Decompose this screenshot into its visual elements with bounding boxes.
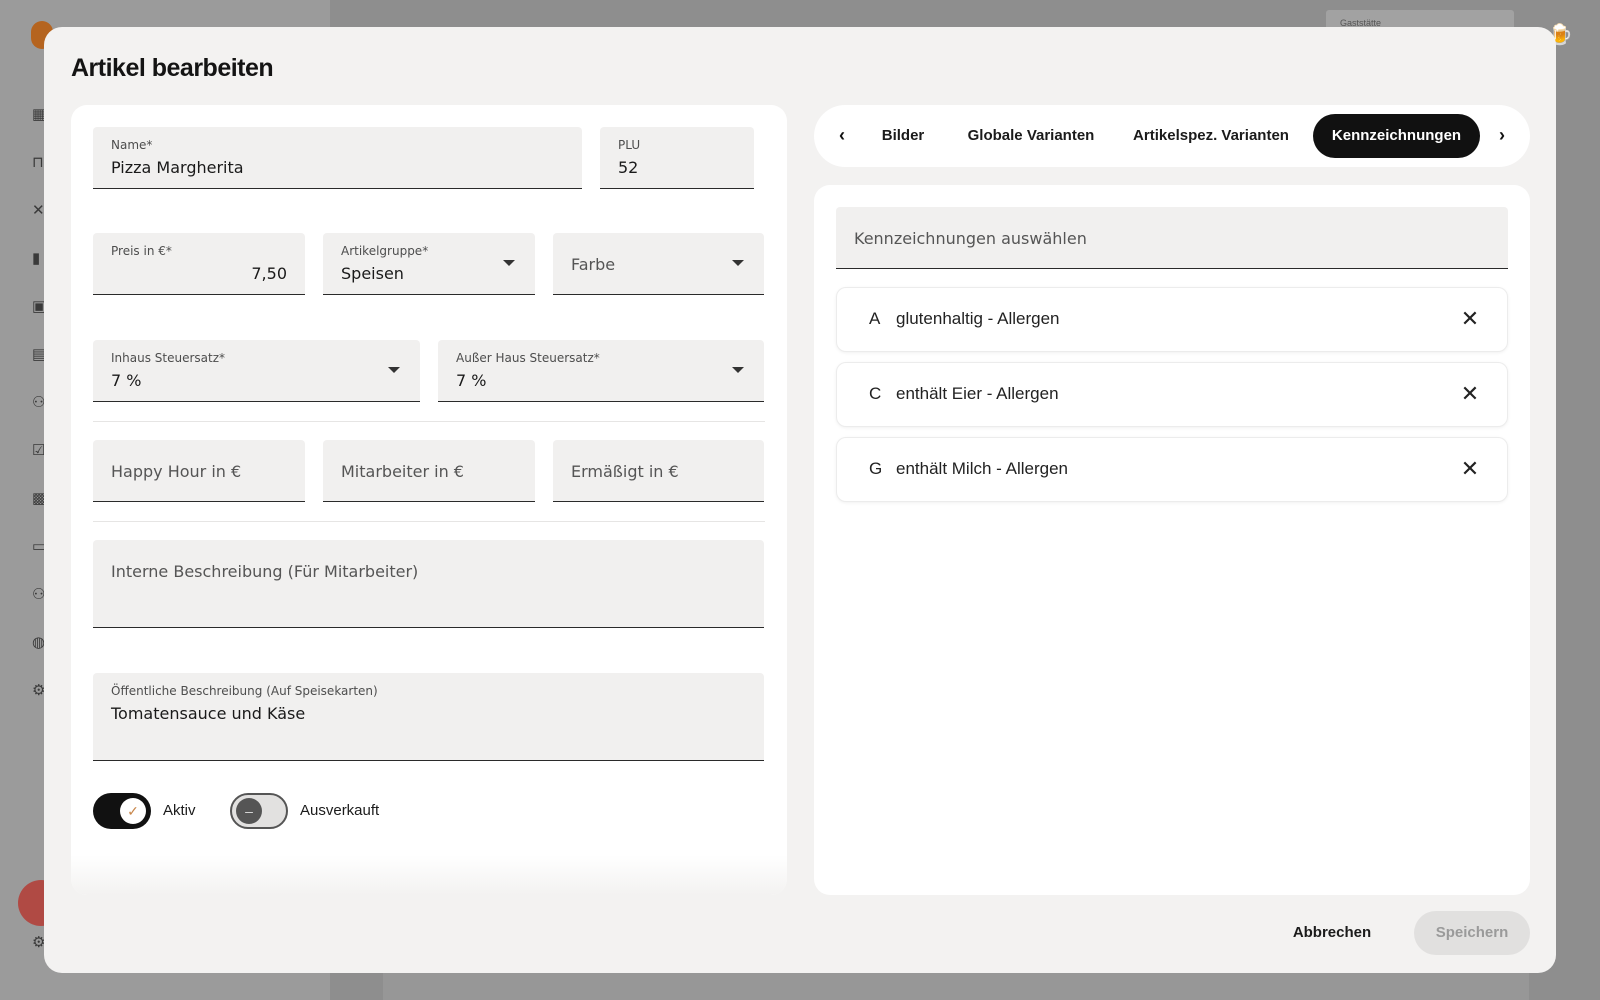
internal-description-placeholder: Interne Beschreibung (Für Mitarbeiter) xyxy=(111,562,419,581)
reduced-price-field[interactable]: Ermäßigt in € xyxy=(553,440,764,502)
labels-select[interactable]: Kennzeichnungen auswählen xyxy=(836,207,1508,269)
outside-tax-label: Außer Haus Steuersatz* xyxy=(456,351,600,365)
public-description-value: Tomatensauce und Käse xyxy=(111,704,306,723)
tab-labels[interactable]: Kennzeichnungen xyxy=(1313,114,1480,158)
color-placeholder: Farbe xyxy=(571,255,616,274)
public-description-label: Öffentliche Beschreibung (Auf Speisekart… xyxy=(111,684,378,698)
close-icon[interactable]: ✕ xyxy=(1457,456,1483,482)
modal-title: Artikel bearbeiten xyxy=(71,54,274,82)
plu-label: PLU xyxy=(618,138,641,152)
tab-global-variants[interactable]: Globale Varianten xyxy=(958,114,1104,158)
color-select[interactable]: Farbe xyxy=(553,233,764,295)
price-value: 7,50 xyxy=(251,264,287,283)
article-group-label: Artikelgruppe* xyxy=(341,244,429,258)
inhouse-tax-label: Inhaus Steuersatz* xyxy=(111,351,226,365)
outside-tax-value: 7 % xyxy=(456,371,487,390)
inhouse-tax-select[interactable]: Inhaus Steuersatz* 7 % xyxy=(93,340,420,402)
check-icon: ✓ xyxy=(120,798,146,824)
labels-panel: Kennzeichnungen auswählen A glutenhaltig… xyxy=(814,185,1530,895)
name-label: Name* xyxy=(111,138,153,152)
reduced-price-placeholder: Ermäßigt in € xyxy=(571,462,679,481)
public-description-field[interactable]: Öffentliche Beschreibung (Auf Speisekart… xyxy=(93,673,764,761)
divider xyxy=(93,521,765,522)
employee-price-placeholder: Mitarbeiter in € xyxy=(341,462,464,481)
happy-hour-placeholder: Happy Hour in € xyxy=(111,462,242,481)
active-toggle[interactable]: ✓ xyxy=(93,793,151,829)
sold-out-toggle[interactable]: – xyxy=(230,793,288,829)
close-icon[interactable]: ✕ xyxy=(1457,306,1483,332)
article-form-panel: Name* Pizza Margherita PLU 52 Preis in €… xyxy=(71,105,787,895)
chevron-right-icon[interactable]: › xyxy=(1490,123,1514,147)
tab-article-variants[interactable]: Artikelspez. Varianten xyxy=(1126,114,1296,158)
label-text: glutenhaltig - Allergen xyxy=(896,309,1060,328)
plu-field[interactable]: PLU 52 xyxy=(600,127,754,189)
employee-price-field[interactable]: Mitarbeiter in € xyxy=(323,440,535,502)
inhouse-tax-value: 7 % xyxy=(111,371,142,390)
edit-article-modal: Artikel bearbeiten Name* Pizza Margherit… xyxy=(44,27,1556,973)
label-text: enthält Milch - Allergen xyxy=(896,459,1068,478)
label-code: C xyxy=(869,384,882,403)
label-code: A xyxy=(869,309,881,328)
label-code: G xyxy=(869,459,883,478)
outside-tax-select[interactable]: Außer Haus Steuersatz* 7 % xyxy=(438,340,764,402)
divider xyxy=(93,421,765,422)
price-label: Preis in €* xyxy=(111,244,172,258)
label-item: G enthält Milch - Allergen ✕ xyxy=(836,437,1508,502)
article-group-select[interactable]: Artikelgruppe* Speisen xyxy=(323,233,535,295)
close-icon[interactable]: ✕ xyxy=(1457,381,1483,407)
labels-select-placeholder: Kennzeichnungen auswählen xyxy=(854,229,1087,248)
name-field[interactable]: Name* Pizza Margherita xyxy=(93,127,582,189)
happy-hour-field[interactable]: Happy Hour in € xyxy=(93,440,305,502)
cancel-button[interactable]: Abbrechen xyxy=(1282,911,1382,955)
sold-out-toggle-label: Ausverkauft xyxy=(300,802,380,819)
chevron-left-icon[interactable]: ‹ xyxy=(830,123,854,147)
save-button[interactable]: Speichern xyxy=(1414,911,1530,955)
label-item: C enthält Eier - Allergen ✕ xyxy=(836,362,1508,427)
name-value: Pizza Margherita xyxy=(111,158,244,177)
minus-icon: – xyxy=(236,798,262,824)
dropdown-caret-icon xyxy=(732,260,744,266)
internal-description-field[interactable]: Interne Beschreibung (Für Mitarbeiter) xyxy=(93,540,764,628)
plu-value: 52 xyxy=(618,158,639,177)
tab-bar: ‹ Bilder Globale Varianten Artikelspez. … xyxy=(814,105,1530,167)
label-text: enthält Eier - Allergen xyxy=(896,384,1059,403)
tab-images[interactable]: Bilder xyxy=(870,114,936,158)
label-item: A glutenhaltig - Allergen ✕ xyxy=(836,287,1508,352)
price-field[interactable]: Preis in €* 7,50 xyxy=(93,233,305,295)
dropdown-caret-icon xyxy=(732,367,744,373)
active-toggle-label: Aktiv xyxy=(163,802,196,819)
dropdown-caret-icon xyxy=(388,367,400,373)
dropdown-caret-icon xyxy=(503,260,515,266)
article-group-value: Speisen xyxy=(341,264,404,283)
